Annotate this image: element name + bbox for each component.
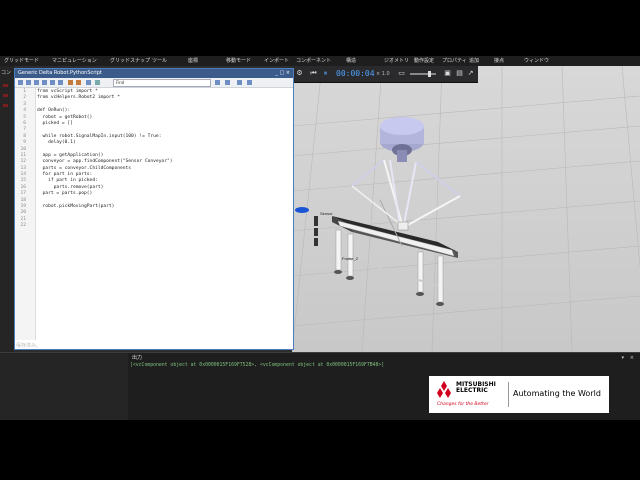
- record-icon[interactable]: ▣: [444, 70, 451, 77]
- code-text: from vcHelpers.Robot2 import *: [37, 95, 120, 101]
- code-text: parts = conveyor.ChildComponents: [37, 165, 132, 171]
- menu-item-properties[interactable]: プロパティ: [442, 56, 467, 66]
- menu-item-coordinates[interactable]: 座標: [188, 56, 198, 66]
- find-prev-icon[interactable]: [225, 80, 230, 85]
- code-text: robot.pickMovingPart(part): [37, 204, 115, 210]
- find-input[interactable]: Find: [113, 79, 211, 87]
- script-editor-title-bar[interactable]: Generic Delta Robot.PythonScript _ □ ×: [15, 69, 293, 78]
- mitsubishi-diamonds-icon: [437, 381, 451, 398]
- left-panel-marker[interactable]: [3, 104, 8, 107]
- lower-left-panel: [0, 352, 128, 420]
- menu-item-component[interactable]: コンポーネント: [296, 56, 331, 66]
- left-panel-marker[interactable]: [3, 84, 8, 87]
- simulation-time: 00:00:04: [336, 69, 375, 78]
- floor-grid: [292, 66, 640, 352]
- 3d-viewport[interactable]: Sensor Frame_2 Belt: [292, 66, 640, 352]
- menu-item-window[interactable]: ウィンドウ: [524, 56, 549, 66]
- left-panel-label: コン: [1, 70, 12, 76]
- brand-tagline: Changes for the Better: [437, 402, 489, 407]
- belt-label: Belt: [412, 236, 420, 241]
- script-editor-window: Generic Delta Robot.PythonScript _ □ × F…: [14, 68, 294, 350]
- menu-item-grid-snap[interactable]: グリッドスナップ: [110, 56, 150, 66]
- simulation-speed[interactable]: × 1.0: [376, 71, 390, 77]
- options-icon[interactable]: [247, 80, 252, 85]
- window-controls[interactable]: _ □ ×: [275, 69, 290, 78]
- code-text: conveyor = app.findComponent("Sensor Con…: [37, 159, 173, 165]
- close-icon[interactable]: ×: [630, 353, 634, 363]
- frame-label: Frame_2: [342, 256, 359, 261]
- code-text: while robot.SignalMapIn.input(100) != Tr…: [37, 133, 162, 139]
- open-icon[interactable]: [26, 80, 31, 85]
- paste-icon[interactable]: [58, 80, 63, 85]
- simulation-toolbar: ⚙ ⏮ ⏸ 00:00:04 × 1.0 ▭ ▣ ▤ ↗: [292, 66, 478, 83]
- compile-icon[interactable]: [86, 80, 91, 85]
- menu-item-contact[interactable]: 接点: [494, 56, 504, 66]
- redo-icon[interactable]: [76, 80, 81, 85]
- replace-icon[interactable]: [237, 80, 242, 85]
- left-panel-marker[interactable]: [3, 94, 8, 97]
- mitsubishi-logo-banner: MITSUBISHI ELECTRIC Changes for the Bett…: [429, 376, 609, 413]
- logo-divider: [508, 382, 509, 407]
- brand-slogan: Automating the World: [513, 389, 601, 398]
- brand-line-2: ELECTRIC: [456, 387, 488, 394]
- menu-item-add[interactable]: 追加: [469, 56, 479, 66]
- camera-icon[interactable]: ▭: [398, 70, 405, 77]
- menu-item-grid-mode[interactable]: グリッドモード: [4, 56, 39, 66]
- code-text: app = getApplication(): [37, 152, 104, 158]
- settings-icon[interactable]: ⚙: [296, 70, 303, 77]
- menu-bar: グリッドモード マニピュレーション グリッドスナップ ツール 座標 移動モード …: [0, 56, 640, 66]
- search-icon[interactable]: [95, 80, 100, 85]
- output-line: [<vcComponent object at 0x0000015F169F75…: [130, 363, 385, 368]
- save-icon[interactable]: [34, 80, 39, 85]
- status-bar: 保存済み。: [16, 343, 42, 349]
- sensor-label: Sensor: [320, 211, 333, 216]
- menu-item-import[interactable]: インポート: [264, 56, 289, 66]
- code-text: parts.remove(part): [37, 184, 104, 190]
- code-text: for part in parts:: [37, 172, 93, 178]
- cursor-icon[interactable]: ↗: [467, 70, 474, 77]
- application-window: グリッドモード マニピュレーション グリッドスナップ ツール 座標 移動モード …: [0, 56, 640, 420]
- code-text: def OnRun():: [37, 108, 71, 114]
- code-line[interactable]: 22: [20, 223, 287, 229]
- output-title: 出力: [132, 355, 143, 361]
- copy-icon[interactable]: [50, 80, 55, 85]
- code-text: picked = []: [37, 120, 73, 126]
- menu-item-motion-settings[interactable]: 動作設定: [414, 56, 434, 66]
- menu-item-manipulation[interactable]: マニピュレーション: [52, 56, 97, 66]
- line-number: 22: [20, 223, 26, 229]
- output-header: 出力 ▾ ×: [128, 353, 640, 363]
- robot-scene[interactable]: Sensor Frame_2 Belt: [292, 66, 640, 352]
- code-text: part = parts.pop(): [37, 191, 93, 197]
- new-icon[interactable]: [18, 80, 23, 85]
- screenshot-icon[interactable]: ▤: [456, 70, 463, 77]
- menu-item-structure[interactable]: 構造: [346, 56, 356, 66]
- menu-item-move-mode[interactable]: 移動モード: [226, 56, 251, 66]
- find-next-icon[interactable]: [215, 80, 220, 85]
- script-editor-title: Generic Delta Robot.PythonScript: [18, 70, 102, 76]
- menu-item-geometry[interactable]: ジオメトリ: [384, 56, 409, 66]
- script-toolbar: Find: [15, 78, 293, 88]
- menu-item-tools[interactable]: ツール: [152, 56, 167, 66]
- speed-slider-knob[interactable]: [428, 71, 431, 77]
- undo-icon[interactable]: [68, 80, 73, 85]
- code-text: if part in picked:: [37, 178, 98, 184]
- cut-icon[interactable]: [42, 80, 47, 85]
- code-text: robot = getRobot(): [37, 114, 93, 120]
- conveyor: [332, 216, 458, 306]
- speed-slider[interactable]: [410, 73, 436, 75]
- code-area[interactable]: 1 from vcScript import * 2 from vcHelpers.R…: [20, 89, 287, 230]
- code-text: from vcScript import *: [37, 89, 98, 94]
- reset-icon[interactable]: ⏮: [310, 70, 317, 77]
- pin-icon[interactable]: ▾: [621, 353, 624, 363]
- code-text: delay(0.1): [37, 140, 76, 146]
- play-icon[interactable]: ⏸: [322, 70, 329, 77]
